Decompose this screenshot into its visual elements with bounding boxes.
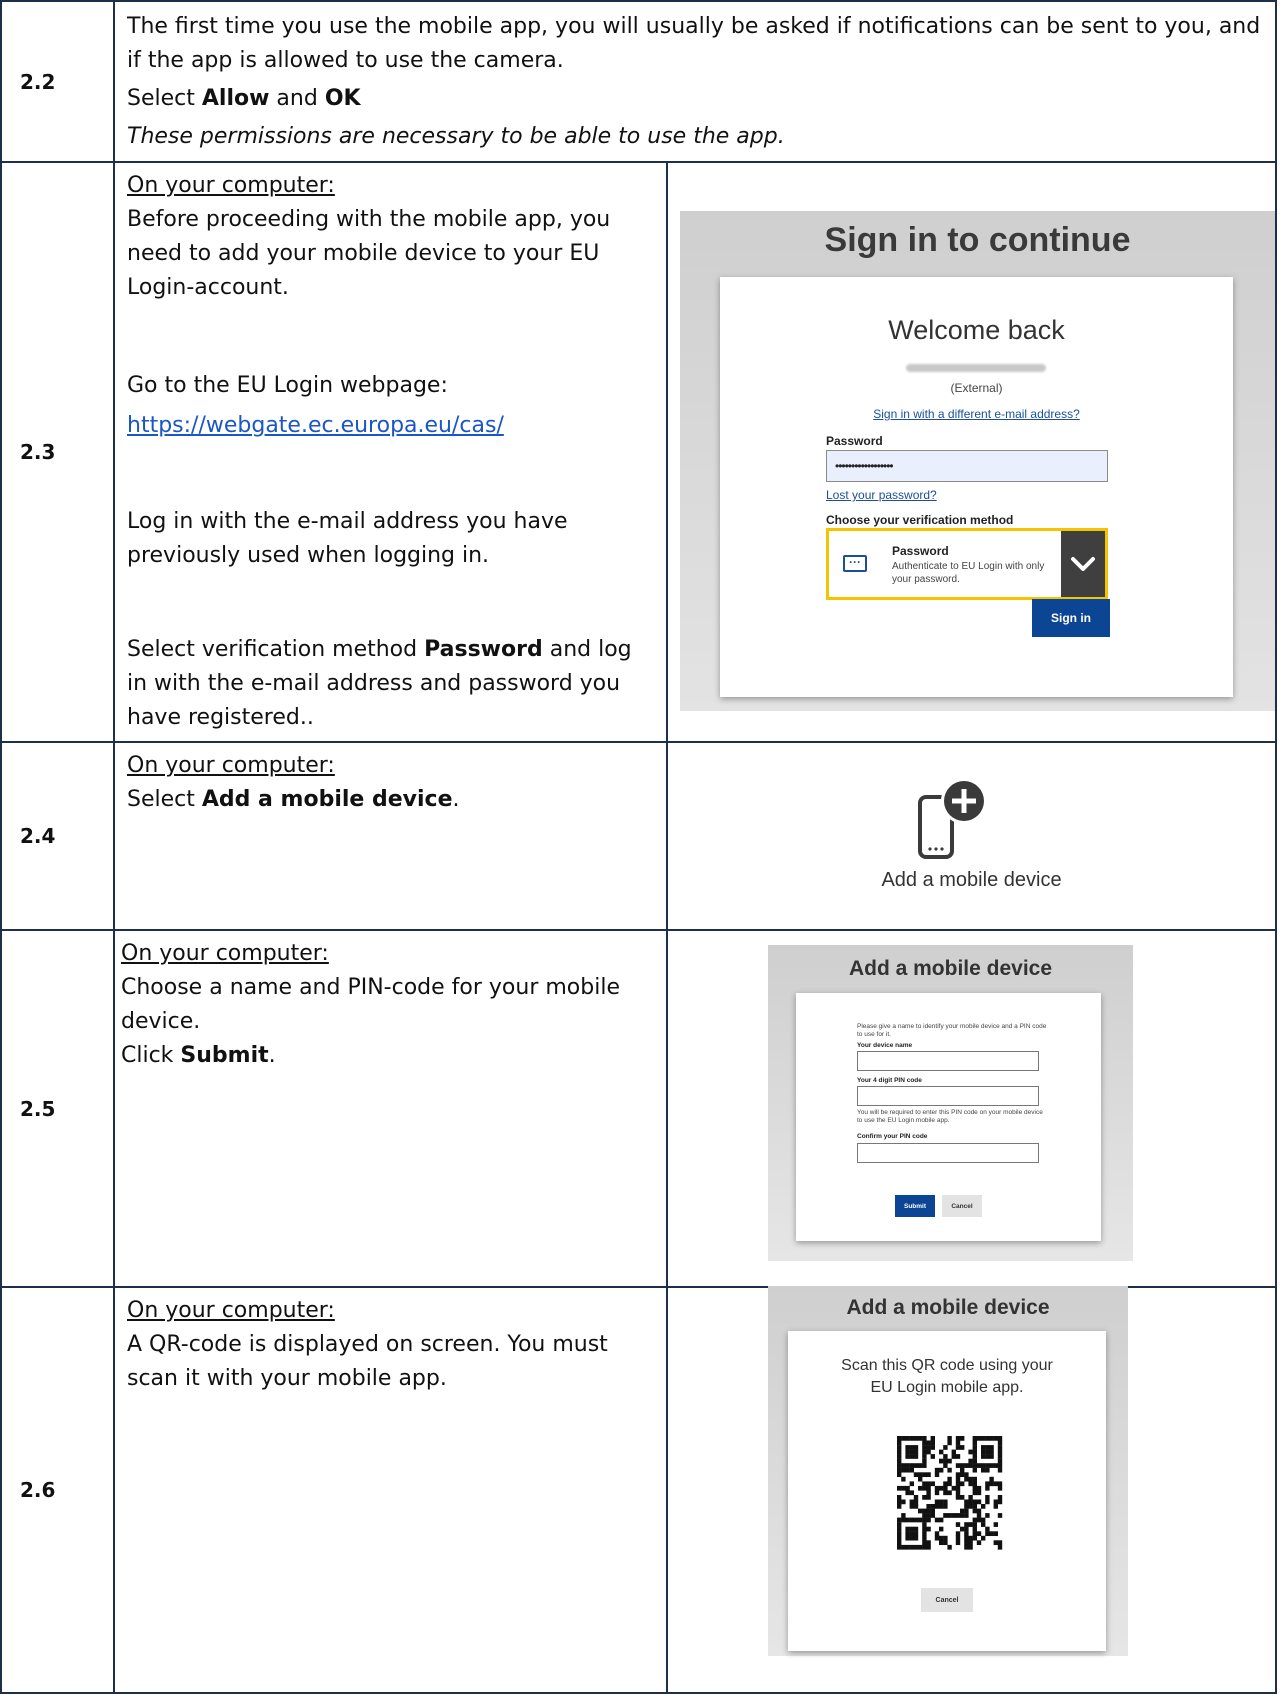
cancel-button[interactable]: Cancel [921, 1588, 973, 1612]
step-text: Click Submit. [121, 1043, 276, 1068]
device-name-input[interactable] [857, 1051, 1039, 1071]
qr-title: Add a mobile device [846, 1296, 1050, 1319]
password-input[interactable]: •••••••••••••••••• [826, 450, 1108, 482]
verification-method-select[interactable]: ··· Password Authenticate to EU Login wi… [826, 528, 1108, 600]
chevron-down-icon[interactable] [1061, 531, 1105, 597]
step-heading: On your computer: [127, 1298, 335, 1323]
step-number: 2.2 [0, 0, 115, 163]
step-row-2-6: 2.6 On your computer: A QR-code is displ… [0, 1286, 1278, 1694]
qr-card: Scan this QR code using your EU Login mo… [788, 1331, 1106, 1651]
different-email-link[interactable]: Sign in with a different e-mail address? [720, 407, 1233, 421]
step-row-2-3: 2.3 On your computer: Before proceeding … [0, 161, 1278, 743]
welcome-heading: Welcome back [888, 315, 1065, 345]
external-label: (External) [950, 381, 1003, 395]
pin-help-text: You will be required to enter this PIN c… [857, 1109, 1043, 1124]
instructions-table: 2.2 The first time you use the mobile ap… [0, 0, 1278, 1694]
step-text: Choose a name and PIN-code for your mobi… [121, 975, 620, 1034]
add-mobile-device-label: Add a mobile device [881, 869, 1062, 891]
step-row-2-4: 2.4 On your computer: Select Add a mobil… [0, 741, 1278, 931]
step-heading: On your computer: [127, 173, 335, 198]
step-text: Select verification method Password and … [127, 637, 632, 730]
signin-card: Welcome back (External) Sign in with a d… [720, 277, 1233, 697]
pin-label: Your 4 digit PIN code [857, 1077, 922, 1084]
step-text: A QR-code is displayed on screen. You mu… [127, 1332, 608, 1391]
step-text: Go to the EU Login webpage: [127, 373, 448, 398]
device-name-label: Your device name [857, 1042, 913, 1049]
qr-code-screenshot: Add a mobile device Scan this QR code us… [768, 1286, 1128, 1656]
step-heading: On your computer: [121, 941, 329, 966]
step-text: Before proceeding with the mobile app, y… [127, 207, 611, 300]
confirm-pin-label: Confirm your PIN code [857, 1133, 928, 1140]
step-heading: On your computer: [127, 753, 335, 778]
form-intro: Please give a name to identify your mobi… [857, 1023, 1047, 1038]
password-method-icon: ··· [843, 555, 867, 572]
submit-button[interactable]: Submit [895, 1195, 935, 1217]
qr-code-image [897, 1436, 1003, 1550]
confirm-pin-input[interactable] [857, 1143, 1039, 1163]
verification-method-label: Choose your verification method [826, 513, 1014, 527]
step-number: 2.5 [0, 929, 115, 1288]
add-device-form-screenshot: Add a mobile device Please give a name t… [768, 945, 1133, 1261]
mobile-device-add-icon [918, 778, 987, 859]
cancel-button[interactable]: Cancel [942, 1195, 982, 1217]
signin-screenshot: Sign in to continue Welcome back (Extern… [680, 211, 1275, 711]
step-row-2-5: 2.5 On your computer: Choose a name and … [0, 929, 1278, 1288]
method-title: Password [892, 544, 949, 558]
sign-in-button[interactable]: Sign in [1032, 599, 1110, 637]
step-text: Select Add a mobile device. [127, 787, 460, 812]
step-instruction: Select Allow and OK [127, 86, 361, 111]
form-card: Please give a name to identify your mobi… [796, 993, 1101, 1241]
step-number: 2.4 [0, 741, 115, 931]
step-note: These permissions are necessary to be ab… [127, 124, 785, 149]
step-number: 2.6 [0, 1286, 115, 1694]
lost-password-link[interactable]: Lost your password? [826, 488, 937, 502]
step-number: 2.3 [0, 161, 115, 743]
qr-instruction: Scan this QR code using your EU Login mo… [841, 1357, 1053, 1396]
password-label: Password [826, 434, 883, 448]
step-text: The first time you use the mobile app, y… [127, 14, 1261, 73]
form-title: Add a mobile device [848, 957, 1053, 980]
signin-title: Sign in to continue [824, 221, 1131, 259]
step-text: Log in with the e-mail address you have … [127, 509, 568, 568]
step-row-2-2: 2.2 The first time you use the mobile ap… [0, 0, 1278, 163]
eu-login-link[interactable]: https://webgate.ec.europa.eu/cas/ [127, 413, 504, 438]
pin-input[interactable] [857, 1086, 1039, 1106]
method-description: Authenticate to EU Login with only your … [892, 561, 1045, 585]
blurred-email [906, 364, 1046, 372]
